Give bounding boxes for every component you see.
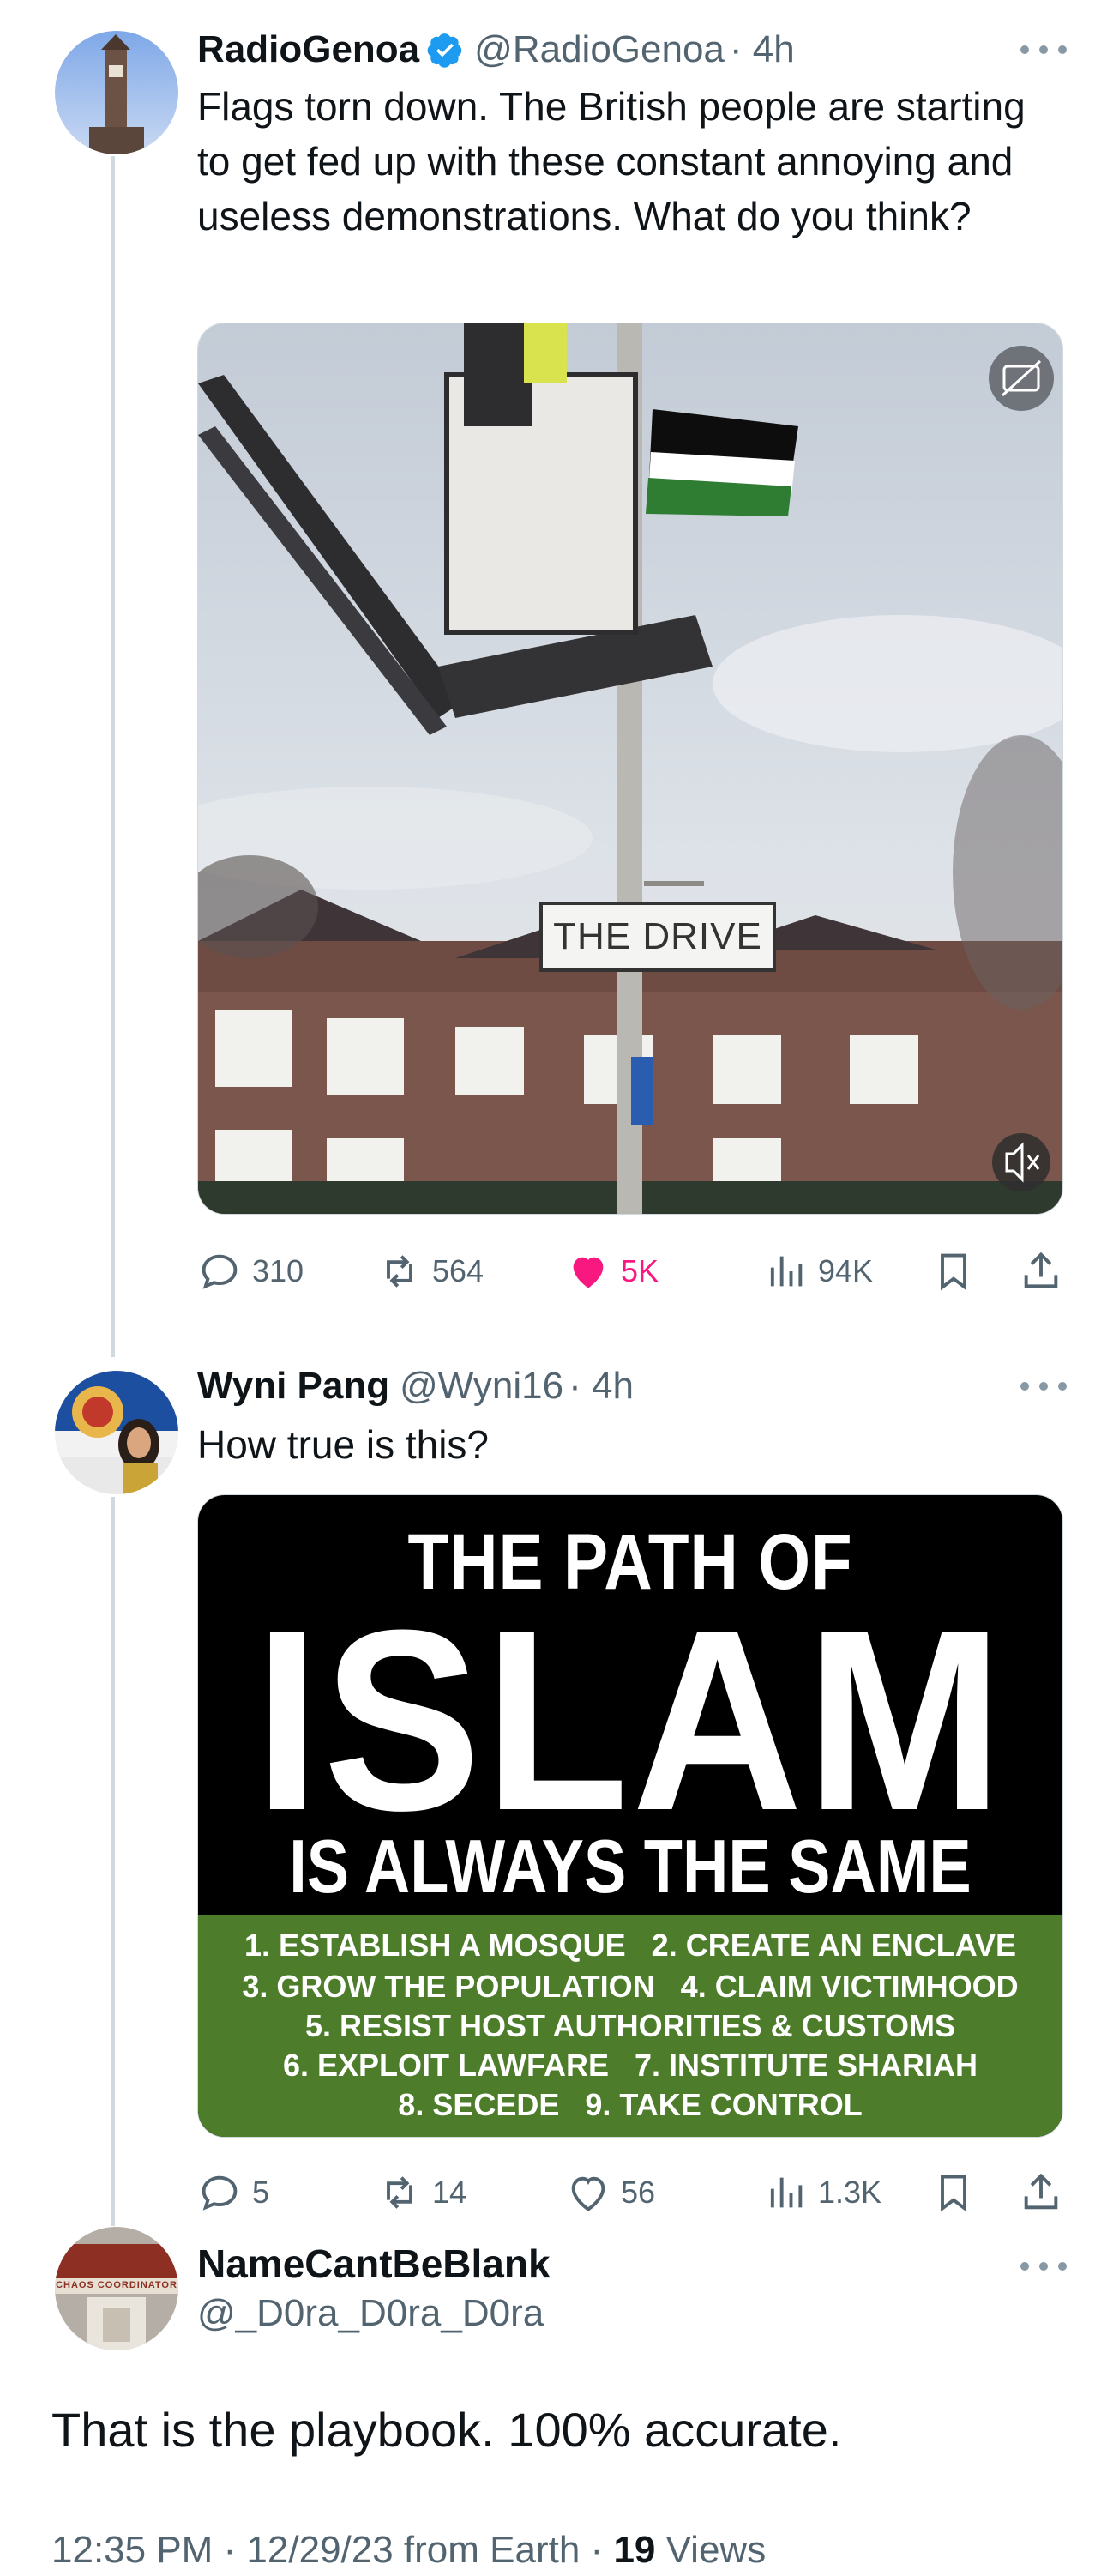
share-icon [1024, 2173, 1058, 2210]
analytics-icon [770, 1256, 803, 1287]
image-line-2: ISLAM [254, 1576, 1007, 1864]
tweet-text: How true is this? [197, 1422, 490, 1467]
radiogenoa-avatar-image [55, 31, 178, 154]
author-name[interactable]: NameCantBeBlank [197, 2241, 550, 2287]
tweet-metadata: 12:35 PM · 12/29/23 from Earth · 19 View… [51, 2529, 766, 2572]
author-handle[interactable]: @_D0ra_D0ra_D0ra [197, 2292, 544, 2335]
views-button[interactable]: 94K [763, 1246, 873, 1297]
image-step-line: 1. ESTABLISH A MOSQUE 2. CREATE AN ENCLA… [244, 1927, 1017, 1963]
bookmark-button[interactable] [931, 2167, 986, 2218]
heart-icon [571, 2176, 605, 2211]
tweet-image[interactable]: THE PATH OF ISLAM IS ALWAYS THE SAME 1. … [197, 1494, 1063, 2138]
share-icon [1024, 1252, 1058, 1288]
mute-icon[interactable] [992, 1133, 1050, 1191]
tweet-timestamp[interactable]: 12:35 PM · 12/29/23 from Earth · [51, 2529, 603, 2571]
tweet-actions: 310 564 5K 94K [197, 1246, 1063, 1297]
repost-icon [387, 1255, 412, 1288]
views-count: 1.3K [818, 2175, 882, 2210]
tweet-header: Wyni Pang @Wyni16 · 4h [197, 1362, 634, 1410]
reply-icon [202, 2175, 238, 2211]
repost-button[interactable]: 14 [377, 2167, 466, 2218]
image-step-line: 8. SECEDE 9. TAKE CONTROL [398, 2087, 863, 2122]
avatar-sign-text: CHAOS COORDINATOR [56, 2280, 177, 2290]
image-step-line: 6. EXPLOIT LAWFARE 7. INSTITUTE SHARIAH [282, 2048, 978, 2083]
tweet-header: RadioGenoa @RadioGenoa · 4h [197, 26, 795, 74]
avatar[interactable] [55, 31, 178, 154]
reply-count: 5 [252, 2175, 270, 2210]
bookmark-button[interactable] [931, 1246, 986, 1297]
views-button[interactable]: 1.3K [763, 2167, 881, 2218]
like-count: 56 [621, 2175, 656, 2210]
more-options-icon[interactable] [1020, 41, 1067, 58]
like-button[interactable]: 56 [566, 2167, 655, 2218]
author-name[interactable]: RadioGenoa [197, 28, 419, 71]
avatar[interactable]: CHAOS COORDINATOR [55, 2227, 178, 2350]
author-name[interactable]: Wyni Pang [197, 1365, 389, 1408]
image-step-line: 5. RESIST HOST AUTHORITIES & CUSTOMS [304, 2008, 956, 2043]
tweet-actions: 5 14 56 1.3K [197, 2167, 1063, 2218]
views-count: 94K [818, 1253, 874, 1288]
tweet-video[interactable]: THE DRIVE [197, 323, 1063, 1215]
like-button[interactable]: 5K [566, 1246, 659, 1297]
thread-line-2 [111, 1497, 115, 2226]
repost-count: 564 [432, 1253, 484, 1288]
more-options-icon[interactable] [1020, 1378, 1067, 1395]
author-handle[interactable]: @Wyni16 [400, 1365, 563, 1408]
analytics-icon [770, 2177, 803, 2208]
share-button[interactable] [1019, 2167, 1074, 2218]
tweet-time[interactable]: · 4h [730, 28, 795, 71]
reply-count: 310 [252, 1253, 304, 1288]
bookmark-icon [941, 1253, 966, 1291]
tweet-time[interactable]: · 4h [569, 1365, 634, 1408]
repost-button[interactable]: 564 [377, 1246, 484, 1297]
thread-line-1 [111, 156, 115, 1357]
video-frame-image [198, 323, 1062, 1214]
verified-badge-icon[interactable] [426, 31, 464, 69]
tweet-text: That is the playbook. 100% accurate. [51, 2403, 842, 2457]
views-count: 19 [613, 2529, 656, 2571]
tweet-text: Flags torn down. The British people are … [197, 84, 1026, 238]
image-step-line: 3. GROW THE POPULATION 4. CLAIM VICTIMHO… [242, 1969, 1019, 2004]
image-line-3: IS ALWAYS THE SAME [289, 1824, 972, 1909]
repost-count: 14 [432, 2175, 467, 2210]
reply-button[interactable]: 310 [197, 1246, 304, 1297]
captions-icon[interactable] [989, 346, 1054, 411]
wyni-pang-avatar-image [55, 1371, 178, 1494]
repost-icon [387, 2176, 412, 2209]
author-handle[interactable]: @RadioGenoa [474, 28, 725, 71]
like-count: 5K [621, 1253, 659, 1288]
views-label: Views [665, 2529, 767, 2571]
image-steps-panel: 1. ESTABLISH A MOSQUE 2. CREATE AN ENCLA… [198, 1915, 1062, 2137]
bookmark-icon [941, 2175, 966, 2212]
reply-icon [202, 1254, 238, 1289]
share-button[interactable] [1019, 1246, 1074, 1297]
avatar[interactable] [55, 1371, 178, 1494]
street-sign-text: THE DRIVE [553, 915, 762, 957]
more-options-icon[interactable] [1020, 2258, 1067, 2275]
heart-filled-icon [573, 1257, 604, 1288]
reply-button[interactable]: 5 [197, 2167, 269, 2218]
